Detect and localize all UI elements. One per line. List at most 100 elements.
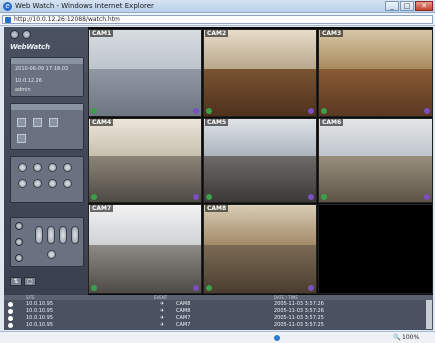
event-row[interactable]: 10.0.10.95 ✈ CAM8 2005-11-03 3:57:26 [4,308,424,315]
empty-camera-tile[interactable] [318,204,433,294]
channel-2-button[interactable] [33,163,42,172]
layout-box [10,103,84,150]
event-site: 10.0.10.95 [26,315,54,321]
event-log: SITE EVENT DATE / TIME 10.0.10.95 ✈ CAM8… [4,295,433,330]
camera-tile[interactable]: CAM8 [203,204,317,294]
camera-label: CAM2 [205,30,229,37]
event-row[interactable]: 10.0.10.95 ✈ CAM7 2005-11-03 3:57:25 [4,322,424,329]
event-site: 10.0.10.95 [26,301,54,307]
minimize-button[interactable]: _ [385,1,399,11]
event-site: 10.0.10.95 [26,308,54,314]
event-row[interactable]: 10.0.10.95 ✈ CAM8 2005-11-03 3:57:26 [4,301,424,308]
event-camera: CAM8 [176,308,191,314]
page-icon [5,17,11,23]
ptz-auto-button[interactable] [47,250,56,259]
layout-2x2-button[interactable] [33,118,42,127]
camera-tile[interactable]: CAM1 [88,29,202,117]
camera-label: CAM5 [205,119,229,126]
address-input[interactable]: http://10.0.12.26:12088/watch.htm [2,15,433,24]
event-log-scrollbar[interactable] [426,300,432,329]
audio-icon [308,285,314,291]
motion-icon: ✈ [160,308,165,314]
ptz-speed-button[interactable] [71,226,79,244]
event-camera: CAM7 [176,315,191,321]
address-bar: http://10.0.12.26:12088/watch.htm [0,13,435,26]
event-header: EVENT [154,295,168,300]
record-icon [321,194,327,200]
address-url: http://10.0.12.26:12088/watch.htm [14,16,120,23]
camera-tile[interactable]: CAM7 [88,204,202,294]
channel-4-button[interactable] [63,163,72,172]
config-icon[interactable] [22,30,31,39]
channel-1-button[interactable] [18,163,27,172]
internet-zone-icon [274,335,280,341]
event-camera: CAM7 [176,322,191,328]
event-log-header: SITE EVENT DATE / TIME [4,295,433,300]
brand-logo: WebWatch [10,43,50,51]
audio-icon [308,194,314,200]
audio-icon [308,108,314,114]
channel-5-button[interactable] [18,179,27,188]
camera-tile[interactable]: CAM4 [88,118,202,203]
webwatch-app: WebWatch 2010-06-09 17:18:03 10.0.12.26 … [4,27,433,330]
camera-label: CAM4 [90,119,114,126]
channel-6-button[interactable] [33,179,42,188]
window-controls: _ □ ✕ [385,1,433,11]
datetime-value: 2010-06-09 17:18:03 [15,66,69,72]
status-bar: 🔍 100% [0,331,435,343]
motion-icon: ✈ [160,315,165,321]
camera-label: CAM8 [205,205,229,212]
motion-icon: ✈ [160,301,165,307]
ptz-zoom-button[interactable] [35,226,43,244]
setup-icon[interactable] [10,30,19,39]
layout-box-header [11,104,83,110]
status-box-header [11,58,83,64]
browser-window: e Web Watch - Windows Internet Explorer … [0,0,435,343]
record-icon [91,194,97,200]
audio-icon [424,108,430,114]
camera-label: CAM3 [320,30,344,37]
info-icon [8,309,13,314]
ptz-iris-button[interactable] [59,226,67,244]
maximize-button[interactable]: □ [400,1,414,11]
audio-icon [193,194,199,200]
camera-label: CAM7 [90,205,114,212]
camera-tile[interactable]: CAM6 [318,118,433,203]
layout-1x1-button[interactable] [17,118,26,127]
event-site: 10.0.10.95 [26,322,54,328]
layout-3x3-button[interactable] [49,118,58,127]
ptz-box [10,217,84,267]
channel-7-button[interactable] [48,179,57,188]
channel-8-button[interactable] [63,179,72,188]
info-icon [8,316,13,321]
ptz-side-3-button[interactable] [15,254,23,262]
event-time: 2005-11-03 3:57:26 [274,308,324,314]
status-box: 2010-06-09 17:18:03 10.0.12.26 admin [10,57,84,97]
audio-icon [193,108,199,114]
snapshot-button[interactable]: ▢ [24,277,36,286]
info-icon [8,323,13,328]
ptz-side-1-button[interactable] [15,222,23,230]
layout-4x4-button[interactable] [17,134,26,143]
event-row[interactable]: 10.0.10.95 ✈ CAM7 2005-11-03 3:57:25 [4,315,424,322]
channel-3-button[interactable] [48,163,57,172]
close-button[interactable]: ✕ [415,1,433,11]
audio-icon [424,194,430,200]
channel-box [10,156,84,203]
ip-value: 10.0.12.26 [15,78,43,84]
ptz-focus-button[interactable] [47,226,55,244]
user-value: admin [15,87,31,93]
zoom-level[interactable]: 100% [402,334,419,342]
event-time: 2005-11-03 3:57:25 [274,315,324,321]
record-icon [206,108,212,114]
datetime-header: DATE / TIME [274,295,298,300]
window-title: Web Watch - Windows Internet Explorer [15,2,154,10]
camera-tile[interactable]: CAM5 [203,118,317,203]
camera-tile[interactable]: CAM3 [318,29,433,117]
ptz-side-2-button[interactable] [15,238,23,246]
camera-tile[interactable]: CAM2 [203,29,317,117]
info-icon [8,302,13,307]
event-log-button[interactable]: ⇅ [10,277,22,286]
motion-icon: ✈ [160,322,165,328]
camera-grid: CAM1 CAM2 CAM3 CAM4 CAM5 CAM6 CAM7 CAM8 [88,27,433,295]
